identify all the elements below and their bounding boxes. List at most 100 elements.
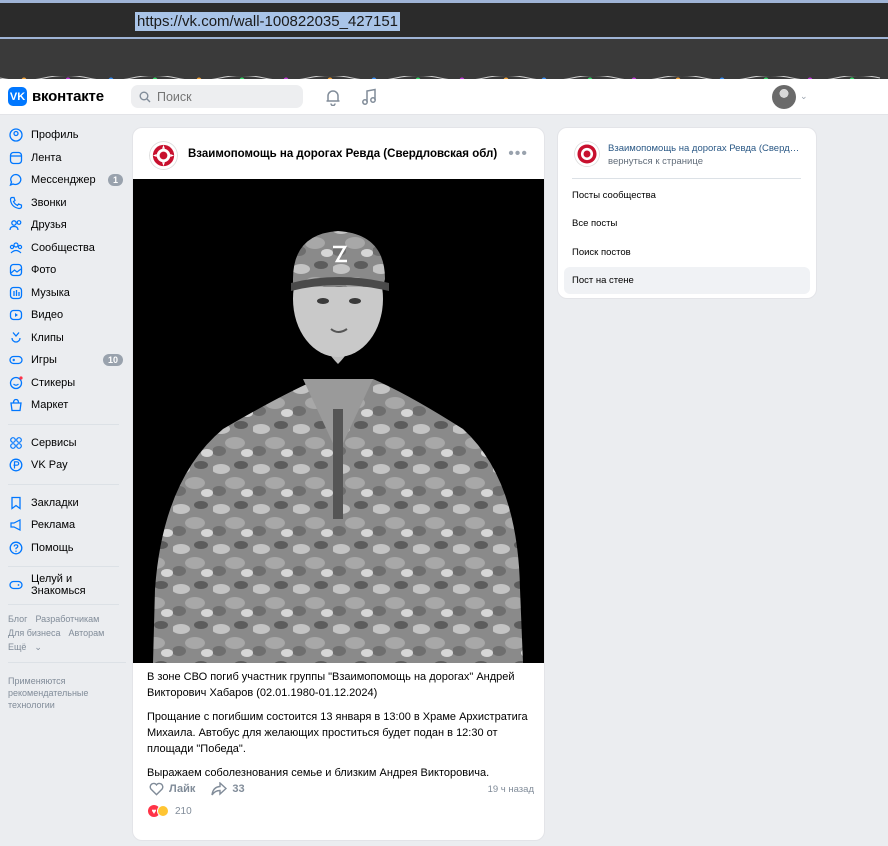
sidebar-item[interactable]: Сервисы xyxy=(0,432,127,455)
feed-icon xyxy=(9,151,23,165)
like-button[interactable]: Лайк xyxy=(149,782,195,796)
vk-header: VK вконтакте ⌄ xyxy=(0,79,888,115)
vk-logo[interactable]: VK вконтакте xyxy=(8,87,104,106)
sidebar-item[interactable]: Профиль xyxy=(0,124,127,147)
sidebar-item-label: Звонки xyxy=(31,196,67,209)
sidebar-item[interactable]: Маркет xyxy=(0,394,127,417)
sidebar-item[interactable]: Реклама xyxy=(0,514,127,537)
like-label: Лайк xyxy=(169,783,196,795)
rp-menu-item[interactable]: Все посты xyxy=(564,210,810,237)
share-icon xyxy=(211,782,228,796)
left-sidebar: Профиль Лента Мессенджер 1 Звонки Друзья Сообщ… xyxy=(0,124,127,711)
post-actions: Лайк 33 19 ч назад xyxy=(149,779,534,799)
sidebar-item[interactable]: Музыка xyxy=(0,282,127,305)
sidebar-item-label: Реклама xyxy=(31,519,76,532)
stickers-icon xyxy=(9,376,23,390)
chevron-down-icon[interactable]: ⌄ xyxy=(800,91,808,102)
vk-logo-text: вконтакте xyxy=(32,88,104,105)
sidebar-item[interactable]: Целуй и Знакомься xyxy=(0,573,127,598)
bell-icon[interactable] xyxy=(324,88,342,106)
communities-icon xyxy=(9,241,23,255)
sidebar-item-label: Целуй и Знакомься xyxy=(31,573,86,598)
vk-logo-icon: VK xyxy=(8,87,27,106)
rp-back-link[interactable]: вернуться к странице xyxy=(608,156,703,167)
sidebar-item[interactable]: Клипы xyxy=(0,327,127,350)
browser-address-bar[interactable]: https://vk.com/wall-100822035_427151 xyxy=(0,0,888,39)
sidebar-divider xyxy=(8,603,119,605)
sidebar-item-label: Друзья xyxy=(31,219,67,232)
sidebar-item-label: VK Pay xyxy=(31,459,68,472)
counter-badge: 10 xyxy=(102,354,123,367)
sidebar-item-label: Игры xyxy=(31,354,57,367)
more-options-icon[interactable]: ••• xyxy=(508,145,528,163)
sidebar-item[interactable]: Стикеры xyxy=(0,372,127,395)
friends-icon xyxy=(9,218,23,232)
share-count: 33 xyxy=(232,783,245,795)
messenger-icon xyxy=(9,173,23,187)
sidebar-divider xyxy=(8,483,119,485)
music-icon[interactable] xyxy=(360,88,378,106)
sidebar-item-label: Закладки xyxy=(31,496,79,509)
sidebar-item-label: Клипы xyxy=(31,331,64,344)
sidebar-divider xyxy=(8,423,119,425)
sidebar-item-label: Видео xyxy=(31,309,64,322)
games-icon xyxy=(9,353,23,367)
sidebar-item-label: Стикеры xyxy=(31,376,76,389)
post-time[interactable]: 19 ч назад xyxy=(488,784,534,795)
rp-menu-item[interactable]: Посты сообщества xyxy=(564,182,810,209)
sidebar-divider xyxy=(8,566,119,567)
recommend-tech-note: технологии xyxy=(8,699,55,710)
vkpay-icon xyxy=(9,458,23,472)
rp-menu-item[interactable]: Поиск постов xyxy=(564,239,810,266)
sidebar-item-label: Помощь xyxy=(31,541,74,554)
rp-menu-item[interactable]: Пост на стене xyxy=(564,267,810,294)
services-icon xyxy=(9,436,23,450)
sidebar-item[interactable]: Игры 10 xyxy=(0,349,127,372)
user-avatar[interactable] xyxy=(772,85,796,109)
group-avatar[interactable] xyxy=(149,141,178,170)
gamepad-icon xyxy=(9,578,23,592)
counter-badge: 1 xyxy=(107,174,123,187)
rp-group-name[interactable]: Взаимопомощь на дорогах Ревда (Свердловс… xyxy=(608,143,803,154)
address-url[interactable]: https://vk.com/wall-100822035_427151 xyxy=(135,12,401,31)
post-paragraph: Прощание с погибшим состоится 13 января … xyxy=(147,711,528,755)
sidebar-item-label: Музыка xyxy=(31,286,70,299)
footer-more-link[interactable]: Ещё xyxy=(8,642,26,652)
sidebar-item-label: Лента xyxy=(31,151,62,164)
sidebar-item[interactable]: Помощь xyxy=(0,537,127,560)
group-avatar-small[interactable] xyxy=(574,141,600,167)
user-icon xyxy=(9,128,23,142)
sidebar-item[interactable]: Фото xyxy=(0,259,127,282)
sidebar-item[interactable]: Звонки xyxy=(0,192,127,215)
search-icon xyxy=(139,91,151,102)
post-group-name[interactable]: Взаимопомощь на дорогах Ревда (Свердловс… xyxy=(188,148,497,160)
help-icon xyxy=(9,541,23,555)
sidebar-item[interactable]: Сообщества xyxy=(0,237,127,260)
footer-link[interactable]: Разработчикам xyxy=(35,614,99,624)
sidebar-item[interactable]: Закладки xyxy=(0,492,127,515)
sidebar-item[interactable]: Видео xyxy=(0,304,127,327)
bookmark-icon xyxy=(9,496,23,510)
reactions-count: 210 xyxy=(175,805,192,817)
photo-icon xyxy=(9,263,23,277)
post-photo[interactable] xyxy=(133,179,545,663)
recommend-tech-note[interactable]: Применяются xyxy=(8,675,127,687)
footer-link[interactable]: Авторам xyxy=(69,628,105,638)
post-paragraph: В зоне СВО погиб участник группы "Взаимо… xyxy=(147,671,515,699)
market-icon xyxy=(9,398,23,412)
rp-divider xyxy=(572,178,801,179)
search-box[interactable] xyxy=(131,85,303,108)
sidebar-item[interactable]: Друзья xyxy=(0,214,127,237)
sidebar-item[interactable]: Лента xyxy=(0,147,127,170)
share-button[interactable]: 33 xyxy=(211,782,245,796)
footer-link[interactable]: Для бизнеса xyxy=(8,628,61,638)
post-text: В зоне СВО погиб участник группы "Взаимо… xyxy=(147,669,537,789)
search-input[interactable] xyxy=(157,89,287,104)
reactions-summary[interactable]: ♥ 210 xyxy=(148,805,192,817)
video-icon xyxy=(9,308,23,322)
emoji-reaction-icon xyxy=(157,805,169,817)
sidebar-item-label: Сообщества xyxy=(31,241,95,254)
footer-link[interactable]: Блог xyxy=(8,614,27,624)
sidebar-item[interactable]: VK Pay xyxy=(0,454,127,477)
sidebar-item[interactable]: Мессенджер 1 xyxy=(0,169,127,192)
